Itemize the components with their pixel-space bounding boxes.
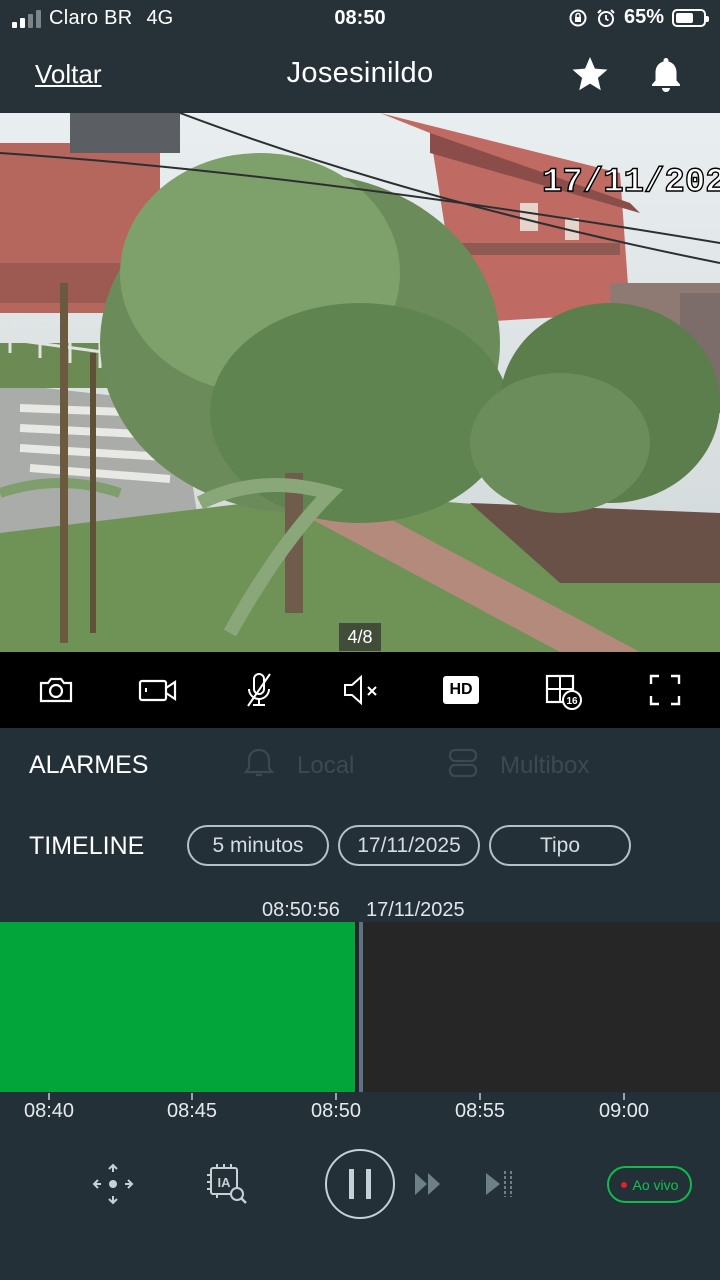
grid-badge: 16 [566, 696, 578, 707]
app-header: Voltar Josesinildo [0, 40, 720, 110]
camera-feed[interactable]: 17/11/2025 08 [0, 113, 720, 652]
cursor-time: 08:50:56 [262, 899, 340, 921]
filter-type-button[interactable]: Tipo [489, 825, 631, 866]
battery-percent: 65% [623, 6, 664, 28]
timeline-cursor[interactable] [359, 922, 363, 1092]
ai-label: IA [218, 1175, 232, 1190]
cursor-date: 17/11/2025 [366, 899, 465, 921]
hd-icon[interactable]: HD [443, 676, 479, 704]
orientation-lock-icon [569, 9, 587, 26]
mic-muted-icon[interactable] [239, 670, 279, 710]
filter-date-button[interactable]: 17/11/2025 [338, 825, 480, 866]
timeline-tick [623, 1093, 625, 1100]
camera-image: 17/11/2025 08 [0, 113, 720, 652]
filter-interval-button[interactable]: 5 minutos [187, 825, 329, 866]
live-label: Ao vivo [632, 1176, 679, 1193]
bell-outline-icon [244, 748, 274, 777]
move-icon[interactable] [91, 1162, 135, 1206]
live-dot-icon [620, 1181, 627, 1188]
video-timestamp: 17/11/2025 08 [542, 164, 720, 202]
skip-next-frame-icon[interactable] [483, 1168, 517, 1200]
recorded-segment[interactable] [0, 922, 355, 1092]
timeline-track[interactable] [0, 922, 720, 1092]
tick-label-0850: 08:50 [310, 1100, 362, 1122]
live-button[interactable]: Ao vivo [607, 1166, 692, 1203]
fast-forward-icon[interactable] [413, 1170, 445, 1198]
tick-label-0845: 08:45 [166, 1100, 218, 1122]
alarms-label: ALARMES [29, 751, 149, 779]
camera-page-indicator: 4/8 [339, 623, 381, 651]
alarm-clock-icon [597, 8, 615, 27]
ai-search-icon[interactable]: IA [205, 1162, 249, 1206]
timeline-label: TIMELINE [29, 832, 145, 860]
tick-label-0840: 08:40 [23, 1100, 75, 1122]
tick-label-0900: 09:00 [598, 1100, 650, 1122]
speaker-muted-icon[interactable] [341, 670, 381, 710]
page-title: Josesinildo [286, 57, 434, 89]
pause-icon [349, 1169, 371, 1199]
camera-controls-toolbar: HD 16 [0, 652, 720, 728]
server-icon [448, 748, 478, 778]
timeline-tick [335, 1093, 337, 1100]
status-right: 65% [568, 6, 709, 29]
timeline-tick [48, 1093, 50, 1100]
battery-icon [672, 8, 709, 27]
timeline-tick [479, 1093, 481, 1100]
bell-icon[interactable] [646, 54, 686, 94]
timeline-tick [191, 1093, 193, 1100]
camera-icon[interactable] [36, 670, 76, 710]
alarm-option-local[interactable]: Local [297, 752, 354, 780]
grid-16-icon[interactable]: 16 [545, 670, 585, 710]
video-record-icon[interactable] [138, 670, 178, 710]
star-icon[interactable] [570, 54, 610, 94]
fullscreen-icon[interactable] [645, 670, 685, 710]
pause-button[interactable] [325, 1149, 395, 1219]
status-bar: Claro BR 4G 08:50 65% [0, 0, 720, 38]
tick-label-0855: 08:55 [454, 1100, 506, 1122]
alarm-option-multibox[interactable]: Multibox [500, 752, 589, 780]
